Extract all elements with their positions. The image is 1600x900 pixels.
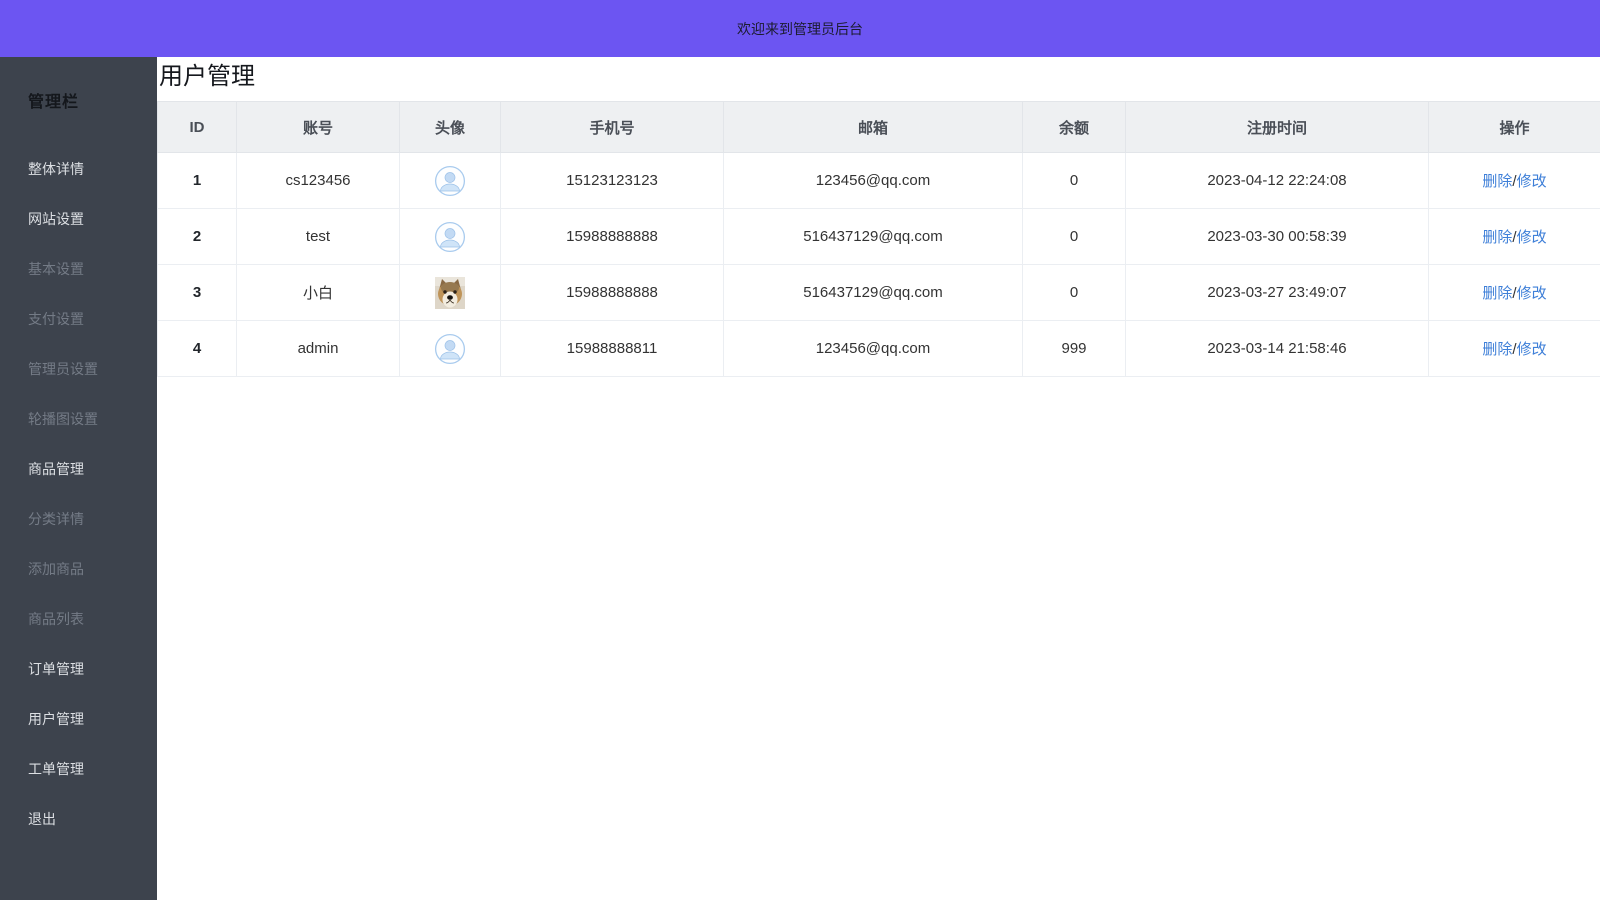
reg-time-cell: 2023-03-27 23:49:07 [1125, 264, 1429, 321]
modify-link[interactable]: 修改 [1517, 285, 1547, 302]
sidebar-item-12[interactable]: 工单管理 [0, 744, 157, 794]
phone-cell: 15988888888 [500, 208, 724, 265]
user-id-cell: 3 [157, 264, 237, 321]
sidebar-item-10[interactable]: 订单管理 [0, 644, 157, 694]
dog-avatar-image [435, 276, 465, 309]
sidebar-item-0[interactable]: 整体详情 [0, 144, 157, 194]
modify-link[interactable]: 修改 [1517, 341, 1547, 358]
account-cell: test [236, 208, 400, 265]
user-avatar-icon [434, 333, 466, 364]
table-row: 3 小白 15988888888 516437129@qq.com 0 2023-03-2… [157, 264, 1600, 321]
column-header: 注册时间 [1125, 101, 1429, 153]
delete-link[interactable]: 删除 [1482, 341, 1512, 358]
user-id-cell: 2 [157, 208, 237, 265]
avatar-cell [399, 208, 501, 265]
actions-cell: 删除/修改 [1428, 208, 1600, 265]
sidebar-item-4[interactable]: 管理员设置 [0, 344, 157, 394]
sidebar-item-13[interactable]: 退出 [0, 794, 157, 844]
sidebar-item-9[interactable]: 商品列表 [0, 594, 157, 644]
email-cell: 516437129@qq.com [723, 264, 1023, 321]
user-avatar-icon [434, 165, 466, 196]
sidebar-menu: 整体详情 网站设置 基本设置 支付设置 管理员设置 轮播图设置 商品管理 分类详情 添加商品 商品… [0, 144, 157, 844]
modify-link[interactable]: 修改 [1517, 173, 1547, 190]
avatar-cell [399, 320, 501, 377]
balance-cell: 0 [1022, 264, 1126, 321]
column-header: 余额 [1022, 101, 1126, 153]
sidebar-item-8[interactable]: 添加商品 [0, 544, 157, 594]
column-header: 手机号 [500, 101, 724, 153]
delete-link[interactable]: 删除 [1482, 173, 1512, 190]
email-cell: 123456@qq.com [723, 320, 1023, 377]
phone-cell: 15123123123 [500, 152, 724, 209]
account-cell: cs123456 [236, 152, 400, 209]
sidebar-item-3[interactable]: 支付设置 [0, 294, 157, 344]
table-header-row: ID 账号 头像 手机号 邮箱 余额 注册时间 操作 [157, 101, 1600, 153]
phone-cell: 15988888811 [500, 320, 724, 377]
table-row: 2 test 15988888888 516437129@qq.com 0 2023-03… [157, 208, 1600, 265]
modify-link[interactable]: 修改 [1517, 229, 1547, 246]
column-header: 邮箱 [723, 101, 1023, 153]
account-cell: 小白 [236, 264, 400, 321]
avatar-cell [399, 264, 501, 321]
sidebar-item-1[interactable]: 网站设置 [0, 194, 157, 244]
balance-cell: 999 [1022, 320, 1126, 377]
actions-cell: 删除/修改 [1428, 264, 1600, 321]
column-header: ID [157, 101, 237, 153]
column-header: 头像 [399, 101, 501, 153]
sidebar-item-2[interactable]: 基本设置 [0, 244, 157, 294]
user-table: ID 账号 头像 手机号 邮箱 余额 注册时间 操作 1 cs123456 15123123123… [157, 101, 1600, 377]
user-id-cell: 1 [157, 152, 237, 209]
user-avatar-icon [434, 221, 466, 252]
table-row: 1 cs123456 15123123123 123456@qq.com 0 2023-0… [157, 152, 1600, 209]
reg-time-cell: 2023-04-12 22:24:08 [1125, 152, 1429, 209]
page-title: 用户管理 [159, 63, 255, 90]
delete-link[interactable]: 删除 [1482, 285, 1512, 302]
account-cell: admin [236, 320, 400, 377]
table-body: 1 cs123456 15123123123 123456@qq.com 0 2023-0… [157, 152, 1600, 377]
balance-cell: 0 [1022, 208, 1126, 265]
column-header: 操作 [1428, 101, 1600, 153]
email-cell: 123456@qq.com [723, 152, 1023, 209]
main-content: 用户管理 ID 账号 头像 手机号 邮箱 余额 注册时间 操作 1 cs123456 151231… [157, 57, 1600, 900]
sidebar-item-5[interactable]: 轮播图设置 [0, 394, 157, 444]
actions-cell: 删除/修改 [1428, 152, 1600, 209]
balance-cell: 0 [1022, 152, 1126, 209]
welcome-banner-text: 欢迎来到管理员后台 [737, 20, 863, 37]
user-id-cell: 4 [157, 320, 237, 377]
sidebar-title: 管理栏 [28, 94, 80, 111]
welcome-banner: 欢迎来到管理员后台 [0, 0, 1600, 57]
avatar-cell [399, 152, 501, 209]
table-row: 4 admin 15988888811 123456@qq.com 999 2023-03… [157, 320, 1600, 377]
column-header: 账号 [236, 101, 400, 153]
sidebar-item-6[interactable]: 商品管理 [0, 444, 157, 494]
phone-cell: 15988888888 [500, 264, 724, 321]
reg-time-cell: 2023-03-14 21:58:46 [1125, 320, 1429, 377]
actions-cell: 删除/修改 [1428, 320, 1600, 377]
sidebar-item-7[interactable]: 分类详情 [0, 494, 157, 544]
email-cell: 516437129@qq.com [723, 208, 1023, 265]
reg-time-cell: 2023-03-30 00:58:39 [1125, 208, 1429, 265]
sidebar-item-11[interactable]: 用户管理 [0, 694, 157, 744]
sidebar: 管理栏 整体详情 网站设置 基本设置 支付设置 管理员设置 轮播图设置 商品管理 分类详情 添加… [0, 57, 157, 900]
delete-link[interactable]: 删除 [1482, 229, 1512, 246]
